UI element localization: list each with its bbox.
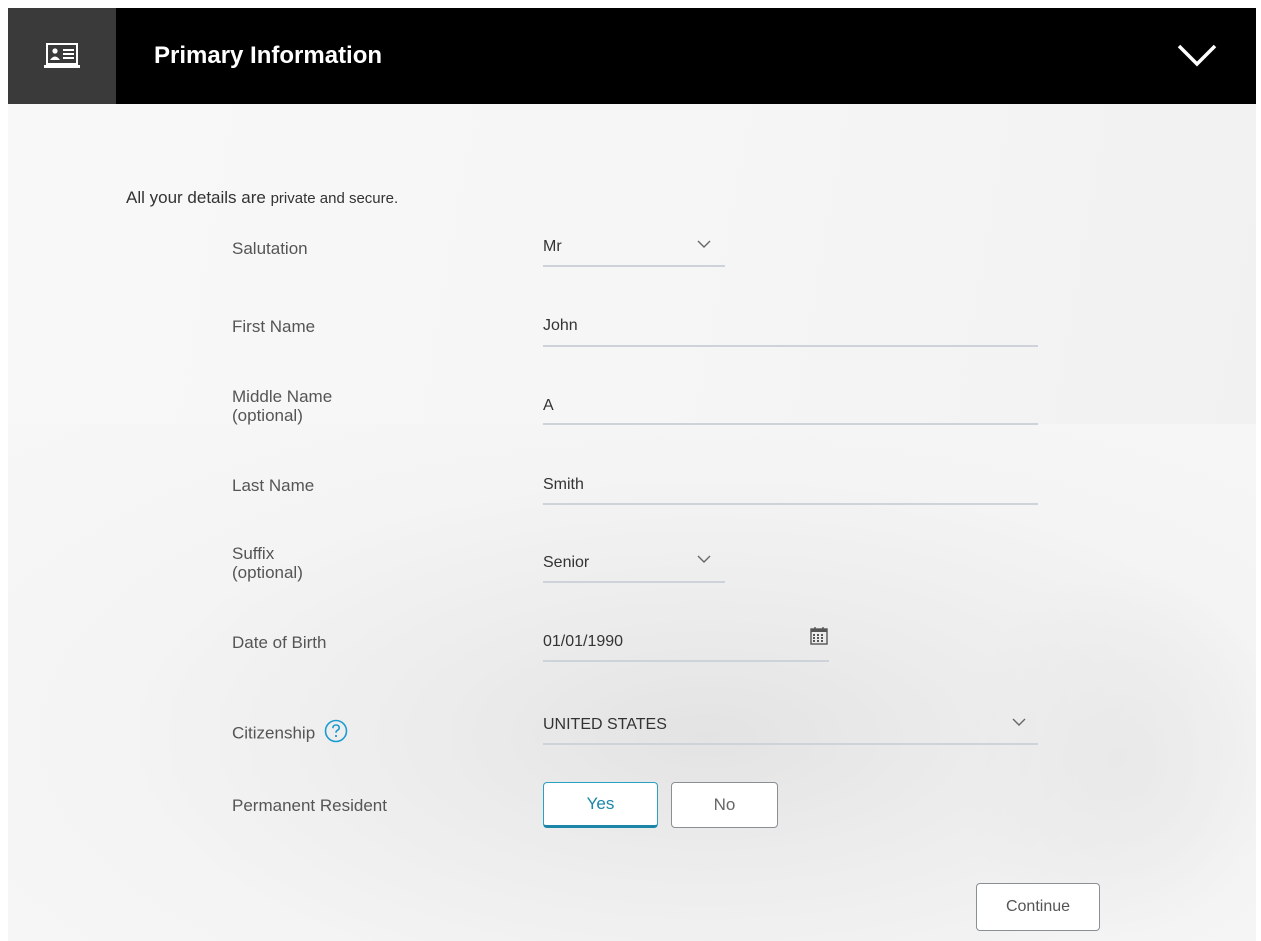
background-image-top (8, 104, 1256, 424)
privacy-note-main: All your details are (126, 188, 266, 207)
suffix-select[interactable]: Senior (543, 554, 589, 572)
citizenship-select[interactable]: UNITED STATES (543, 716, 667, 734)
chevron-down-icon[interactable] (1176, 41, 1218, 69)
permanent-resident-no-button[interactable]: No (671, 782, 778, 828)
suffix-label: Suffix (optional) (232, 544, 303, 582)
middle-name-underline (543, 423, 1038, 425)
help-icon[interactable] (324, 719, 348, 743)
suffix-label-line1: Suffix (232, 544, 275, 563)
middle-name-input[interactable]: A (543, 397, 554, 415)
dob-input[interactable]: 01/01/1990 (543, 633, 623, 651)
middle-name-label: Middle Name (optional) (232, 387, 332, 425)
suffix-underline (543, 581, 725, 583)
first-name-input[interactable]: John (543, 317, 578, 335)
privacy-note-small: private and secure. (270, 190, 399, 207)
dob-underline (543, 660, 829, 662)
salutation-select[interactable]: Mr (543, 238, 562, 256)
page-title: Primary Information (154, 42, 383, 69)
citizenship-label: Citizenship (232, 723, 316, 743)
chevron-down-icon[interactable] (697, 555, 711, 564)
first-name-label: First Name (232, 317, 316, 336)
continue-button[interactable]: Continue (976, 883, 1100, 931)
middle-name-label-line1: Middle Name (232, 387, 333, 406)
citizenship-label-wrap: Citizenship (232, 719, 348, 746)
section-header[interactable]: Primary Information (8, 8, 1256, 104)
last-name-underline (543, 503, 1038, 505)
citizenship-underline (543, 743, 1038, 745)
suffix-label-line2: (optional) (232, 563, 303, 582)
id-card-icon (44, 43, 80, 68)
header-icon-box (8, 8, 116, 104)
calendar-icon[interactable] (809, 627, 829, 646)
permanent-resident-label: Permanent Resident (232, 796, 387, 815)
chevron-down-icon[interactable] (1012, 718, 1026, 727)
dob-label: Date of Birth (232, 633, 327, 652)
chevron-down-icon[interactable] (697, 240, 711, 249)
middle-name-label-line2: (optional) (232, 406, 303, 425)
first-name-underline (543, 345, 1038, 347)
permanent-resident-yes-button[interactable]: Yes (543, 782, 658, 828)
privacy-note: All your details are private and secure. (126, 188, 398, 208)
salutation-label: Salutation (232, 239, 308, 258)
salutation-underline (543, 265, 725, 267)
last-name-input[interactable]: Smith (543, 476, 584, 494)
last-name-label: Last Name (232, 476, 315, 495)
